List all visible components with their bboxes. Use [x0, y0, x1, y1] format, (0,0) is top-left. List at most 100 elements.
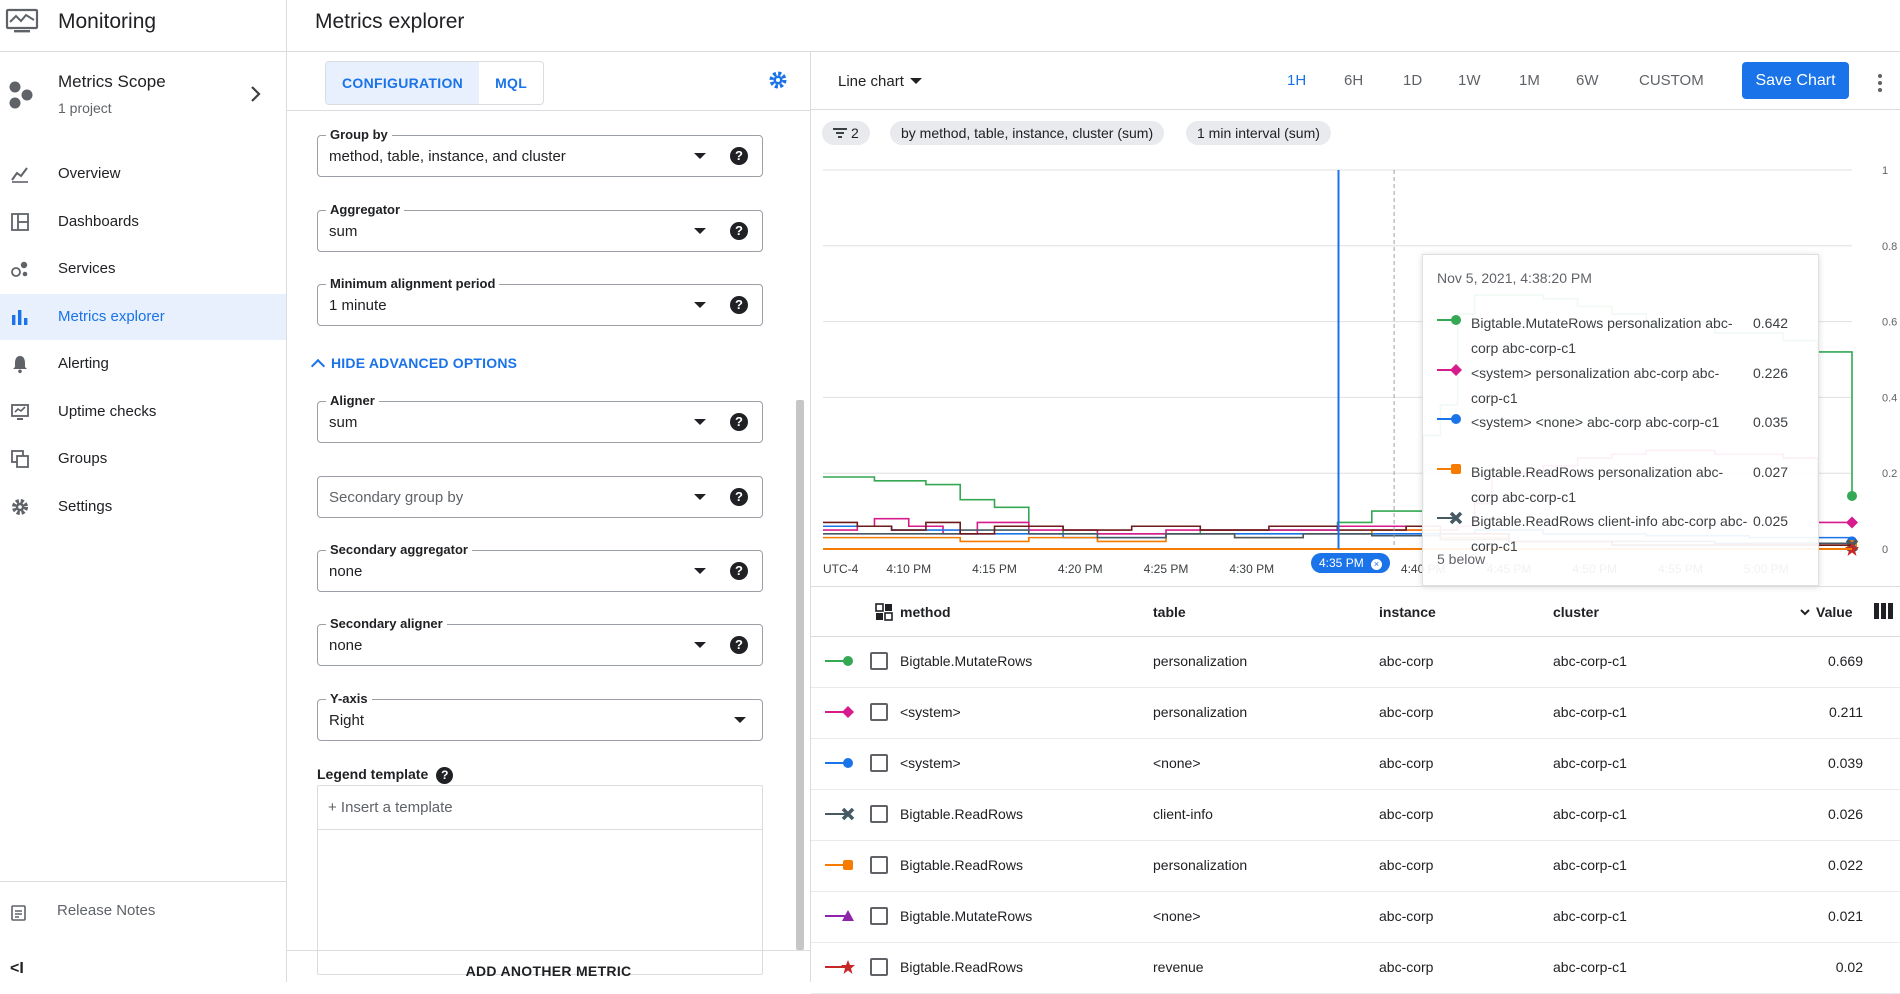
row-checkbox[interactable] — [870, 703, 888, 721]
series-marker-icon — [1437, 414, 1461, 424]
column-view-icon[interactable] — [1874, 603, 1894, 619]
metrics-scope-selector[interactable]: Metrics Scope 1 project — [0, 62, 286, 122]
aggregator-select[interactable]: Aggregator sum ? — [317, 202, 763, 252]
group-by-select[interactable]: Group by method, table, instance, and cl… — [317, 127, 763, 177]
help-icon[interactable]: ? — [730, 147, 748, 165]
save-chart-button[interactable]: Save Chart — [1742, 62, 1849, 99]
insert-template-button[interactable]: + Insert a template — [318, 786, 762, 830]
cursor-time-chip[interactable]: 4:35 PM × — [1311, 553, 1391, 573]
collapse-nav-button[interactable]: <I — [10, 960, 24, 978]
filter-chip[interactable]: 2 — [822, 121, 870, 145]
table-row[interactable]: Bigtable.MutateRows <none> abc-corp abc-cor… — [811, 892, 1900, 943]
grouping-chip[interactable]: by method, table, instance, cluster (sum… — [890, 121, 1165, 145]
sidebar-item-dashboards[interactable]: Dashboards — [0, 199, 286, 245]
interval-chip[interactable]: 1 min interval (sum) — [1186, 121, 1331, 145]
configuration-panel: CONFIGURATION MQL Group by method, table… — [287, 53, 810, 982]
help-icon[interactable]: ? — [730, 296, 748, 314]
scope-title: Metrics Scope — [58, 72, 166, 91]
help-icon[interactable]: ? — [730, 636, 748, 654]
row-checkbox[interactable] — [870, 856, 888, 874]
tooltip-series-name: <system> <none> abc-corp abc-corp-c1 — [1471, 414, 1720, 430]
select-columns-icon[interactable] — [875, 603, 893, 621]
more-vert-icon[interactable] — [1877, 73, 1883, 93]
hide-advanced-label: HIDE ADVANCED OPTIONS — [331, 355, 518, 371]
sidebar-item-label: Dashboards — [58, 212, 139, 230]
table-row[interactable]: <system> personalization abc-corp abc-corp-… — [811, 688, 1900, 739]
tab-configuration[interactable]: CONFIGURATION — [326, 62, 480, 104]
table-row[interactable]: Bigtable.ReadRows revenue abc-corp abc-corp… — [811, 943, 1900, 994]
range-1d[interactable]: 1D — [1403, 72, 1422, 89]
dropdown-arrow-icon — [909, 78, 922, 84]
row-checkbox[interactable] — [870, 805, 888, 823]
help-icon[interactable]: ? — [436, 767, 454, 784]
secondary-group-by-select[interactable]: Secondary group by ? — [317, 476, 763, 518]
cell-method: Bigtable.ReadRows — [900, 806, 1023, 822]
cell-instance: abc-corp — [1379, 959, 1434, 975]
help-icon[interactable]: ? — [730, 222, 748, 240]
cell-value: 0.039 — [1827, 755, 1863, 771]
dropdown-arrow-icon — [694, 153, 706, 159]
table-row[interactable]: Bigtable.MutateRows personalization abc-co… — [811, 637, 1900, 688]
y-tick-label: 0.2 — [1882, 468, 1897, 480]
tooltip-more-count: 5 below — [1437, 551, 1486, 567]
range-1m[interactable]: 1M — [1519, 72, 1540, 89]
column-header-method[interactable]: method — [900, 604, 951, 620]
cell-instance: abc-corp — [1379, 908, 1434, 924]
aligner-select[interactable]: Aligner sum ? — [317, 393, 763, 443]
min-alignment-period-select[interactable]: Minimum alignment period 1 minute ? — [317, 276, 763, 326]
tooltip-series-name: <system> personalization abc-corp abc-co… — [1471, 364, 1720, 406]
sidebar-item-uptime-checks[interactable]: Uptime checks — [0, 389, 286, 435]
column-header-table[interactable]: table — [1153, 604, 1186, 620]
hide-advanced-options-toggle[interactable]: HIDE ADVANCED OPTIONS — [310, 355, 518, 374]
series-marker-icon — [1437, 315, 1461, 325]
help-icon[interactable]: ? — [730, 413, 748, 431]
tooltip-series-value: 0.035 — [1753, 414, 1789, 430]
row-checkbox[interactable] — [870, 958, 888, 976]
tooltip-series-value: 0.642 — [1753, 315, 1789, 331]
range-1h[interactable]: 1H — [1287, 72, 1306, 89]
release-notes-icon — [11, 905, 26, 921]
cell-value: 0.02 — [1835, 959, 1863, 975]
column-header-cluster[interactable]: cluster — [1553, 604, 1599, 620]
legend-template-input[interactable]: + Insert a template — [317, 785, 763, 975]
sidebar-item-groups[interactable]: Groups — [0, 436, 286, 482]
config-scrollbar[interactable] — [796, 400, 804, 950]
sort-descending-icon[interactable] — [1799, 607, 1811, 617]
range-6h[interactable]: 6H — [1344, 72, 1363, 89]
range-6w[interactable]: 6W — [1576, 72, 1599, 89]
cell-table: client-info — [1153, 806, 1213, 822]
sidebar-item-alerting[interactable]: Alerting — [0, 341, 286, 387]
add-another-metric-button[interactable]: ADD ANOTHER METRIC — [287, 950, 810, 982]
close-circle-icon[interactable]: × — [1371, 559, 1383, 570]
page-title: Metrics explorer — [315, 10, 465, 33]
secondary-aggregator-select[interactable]: Secondary aggregator none ? — [317, 542, 763, 592]
range-custom[interactable]: CUSTOM — [1639, 72, 1704, 89]
row-checkbox[interactable] — [870, 907, 888, 925]
table-row[interactable]: Bigtable.ReadRows personalization abc-corp… — [811, 841, 1900, 892]
cell-instance: abc-corp — [1379, 857, 1434, 873]
sidebar-item-services[interactable]: Services — [0, 246, 286, 292]
row-checkbox[interactable] — [870, 652, 888, 670]
release-notes-link[interactable]: Release Notes — [0, 894, 286, 930]
sidebar-item-metrics-explorer[interactable]: Metrics explorer — [0, 293, 286, 340]
table-row[interactable]: <system> <none> abc-corp abc-corp-c1 0.039 — [811, 739, 1900, 790]
column-header-value[interactable]: Value — [1816, 604, 1853, 620]
help-icon[interactable]: ? — [730, 488, 748, 506]
y-tick-label: 0 — [1882, 544, 1888, 556]
tab-mql[interactable]: MQL — [479, 62, 543, 104]
secondary-group-by-placeholder: Secondary group by — [329, 489, 464, 506]
help-icon[interactable]: ? — [730, 562, 748, 580]
settings-gear-icon[interactable] — [768, 70, 788, 90]
row-checkbox[interactable] — [870, 754, 888, 772]
sidebar-item-settings[interactable]: Settings — [0, 484, 286, 530]
secondary-aligner-select[interactable]: Secondary aligner none ? — [317, 616, 763, 666]
sidebar-item-overview[interactable]: Overview — [0, 151, 286, 197]
chart-type-select[interactable]: Line chart — [838, 73, 922, 90]
range-1w[interactable]: 1W — [1458, 72, 1481, 89]
secondary-aligner-label: Secondary aligner — [326, 616, 447, 631]
column-header-instance[interactable]: instance — [1379, 604, 1436, 620]
y-axis-label: Y-axis — [326, 691, 372, 706]
y-axis-select[interactable]: Y-axis Right — [317, 691, 763, 741]
filter-count: 2 — [851, 125, 859, 141]
table-row[interactable]: Bigtable.ReadRows client-info abc-corp abc-… — [811, 790, 1900, 841]
